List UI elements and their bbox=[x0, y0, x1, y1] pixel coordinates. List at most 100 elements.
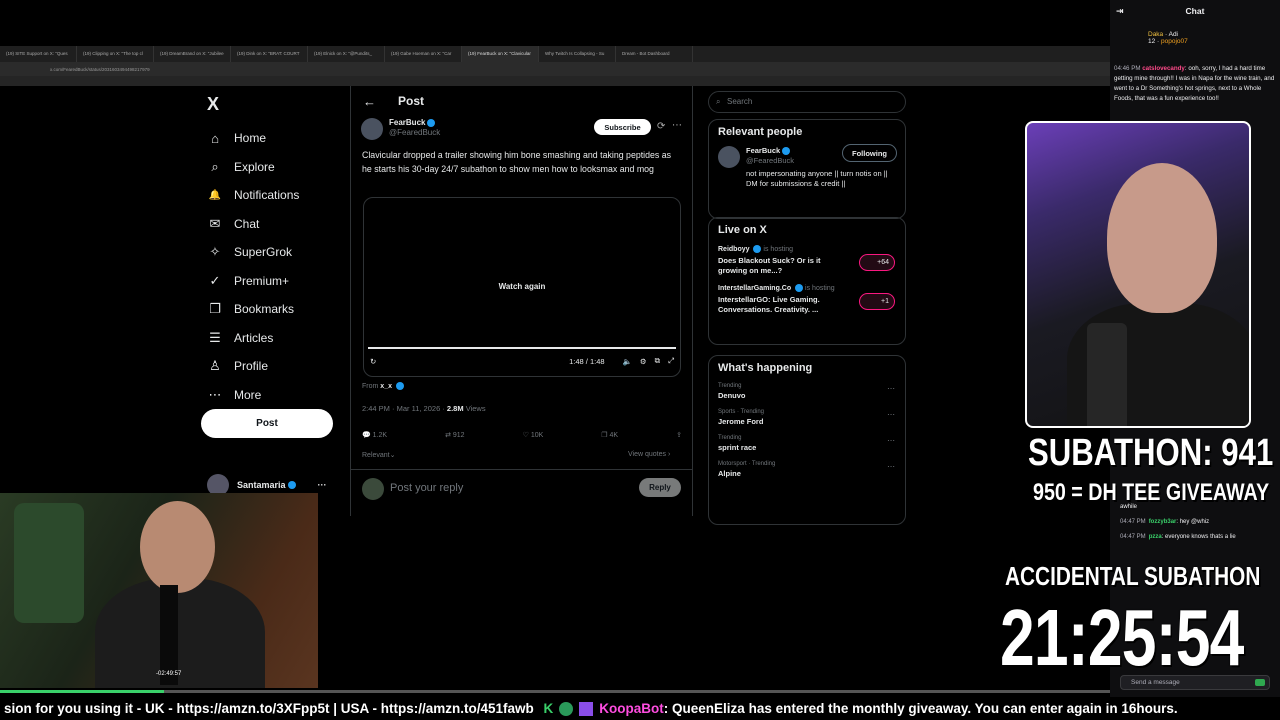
message-user[interactable]: fozzyb3ar bbox=[1149, 519, 1177, 525]
reply-action[interactable]: 💬 1.2K bbox=[362, 431, 387, 439]
live-host-suffix: is hosting bbox=[763, 245, 793, 253]
browser-tab[interactable]: (19) Clipping on X: "The top cl bbox=[77, 46, 154, 62]
gifter-name[interactable]: Adi bbox=[1169, 31, 1178, 38]
x-nav: ⌂ Home ⌕ Explore 🔔 Notifications ✉ Chat ✧ Sup… bbox=[207, 124, 300, 410]
more-icon[interactable]: ⋯ bbox=[887, 436, 895, 445]
like-action[interactable]: ♡ 10K bbox=[523, 431, 544, 439]
trend-item[interactable]: Trending sprint race ⋯ bbox=[709, 432, 905, 458]
nav-more[interactable]: ⋯ More bbox=[207, 381, 299, 410]
trend-category: Trending bbox=[718, 435, 742, 441]
live-host: Reidboyy bbox=[718, 245, 750, 253]
more-icon[interactable]: ⋯ bbox=[672, 120, 682, 131]
settings-icon[interactable]: ⚙ bbox=[640, 357, 647, 366]
nav-premium[interactable]: ✓ Premium+ bbox=[207, 267, 299, 296]
person-name[interactable]: FearBuck bbox=[746, 146, 780, 155]
trend-item[interactable]: Sports · Trending Jerome Ford ⋯ bbox=[709, 406, 905, 432]
post-button[interactable]: Post bbox=[201, 409, 333, 438]
fullscreen-icon[interactable]: ⤢ bbox=[668, 356, 674, 366]
nav-chat[interactable]: ✉ Chat bbox=[207, 210, 299, 239]
more-icon[interactable]: ··· bbox=[318, 480, 327, 490]
message-user[interactable]: pzza bbox=[1149, 534, 1162, 540]
reply-button[interactable]: Reply bbox=[639, 478, 681, 497]
post-author[interactable]: FearBuck @FearedBuck bbox=[361, 118, 440, 140]
timestamp[interactable]: 2:44 PM · Mar 11, 2026 · bbox=[362, 404, 445, 413]
message-user[interactable]: catslovecandy bbox=[1142, 65, 1185, 72]
nav-label: Articles bbox=[234, 330, 274, 345]
nav-label: SuperGrok bbox=[234, 245, 293, 260]
decor bbox=[14, 503, 84, 623]
nav-home[interactable]: ⌂ Home bbox=[207, 124, 299, 153]
bot-name: KoopaBot bbox=[599, 701, 664, 716]
post-meta: 2:44 PM · Mar 11, 2026 · 2.8M Views bbox=[362, 404, 486, 413]
more-icon[interactable]: ⋯ bbox=[887, 410, 895, 419]
address-bar[interactable]: x.com/FearedBuck/status/2031603494498217… bbox=[0, 62, 1110, 76]
video-progress[interactable] bbox=[368, 347, 676, 349]
following-button[interactable]: Following bbox=[842, 144, 897, 162]
collapse-icon[interactable]: ⇥ bbox=[1116, 6, 1124, 17]
more-circle-icon: ⋯ bbox=[208, 386, 222, 402]
author-name[interactable]: FearBuck bbox=[389, 118, 425, 127]
video-time: 1:48 / 1:48 bbox=[569, 356, 605, 366]
sort-relevant[interactable]: Relevant⌄ bbox=[362, 451, 396, 459]
post-header: ← Post bbox=[351, 86, 692, 116]
browser-tab[interactable]: Why Twitch Is Collapsing - Su bbox=[539, 46, 616, 62]
replay-icon[interactable]: ↻ bbox=[370, 357, 376, 366]
nav-label: Premium+ bbox=[234, 273, 290, 288]
source-name[interactable]: x_x bbox=[380, 383, 392, 390]
x-logo[interactable]: X bbox=[207, 94, 219, 115]
home-icon: ⌂ bbox=[211, 130, 219, 146]
browser-tab[interactable]: (19) Gabe Hoeman on X: "Car bbox=[385, 46, 462, 62]
live-item[interactable]: Reidboyy is hosting Does Blackout Suck? … bbox=[709, 242, 905, 281]
watch-again-button[interactable]: Watch again bbox=[364, 282, 680, 291]
browser-tab[interactable]: (19) DreamBrand on X: "Jubilee bbox=[154, 46, 231, 62]
nav-label: Explore bbox=[234, 159, 275, 174]
nav-articles[interactable]: ☰ Articles bbox=[207, 324, 299, 353]
more-icon[interactable]: ⋯ bbox=[887, 462, 895, 471]
more-icon[interactable]: ⋯ bbox=[887, 384, 895, 393]
gifter-name[interactable]: Daka bbox=[1148, 31, 1163, 38]
back-arrow-icon[interactable]: ← bbox=[363, 94, 376, 109]
reply-input[interactable]: Post your reply bbox=[390, 482, 463, 494]
search-input[interactable]: ⌕ Search bbox=[708, 91, 906, 113]
grok-icon[interactable]: ⟳ bbox=[657, 121, 665, 132]
emote-icon[interactable] bbox=[1255, 679, 1265, 686]
trend-item[interactable]: Trending Denuvo ⋯ bbox=[709, 380, 905, 406]
live-item[interactable]: InterstellarGaming.Co is hosting Interst… bbox=[709, 281, 905, 320]
trend-item[interactable]: Motorsport · Trending Alpine ⋯ bbox=[709, 458, 905, 484]
message-text: everyone knows thats a lie bbox=[1165, 534, 1236, 540]
nav-bookmarks[interactable]: ❐ Bookmarks bbox=[207, 295, 299, 324]
account-name: Santamaria bbox=[237, 480, 286, 490]
video-player[interactable]: Watch again ↻ 1:48 / 1:48 🔈 ⚙ ⧉ ⤢ bbox=[363, 197, 681, 377]
author-handle[interactable]: @FearedBuck bbox=[389, 128, 440, 137]
bookmark-action[interactable]: ❐ 4K bbox=[601, 431, 618, 439]
video-source: From x_x bbox=[362, 382, 404, 390]
repost-action[interactable]: ⇄ 912 bbox=[445, 431, 465, 439]
browser-tab[interactable]: (19) Dink on X: "BRAT: COURT bbox=[231, 46, 308, 62]
nav-explore[interactable]: ⌕ Explore bbox=[207, 153, 299, 182]
nav-label: Bookmarks bbox=[234, 302, 295, 317]
avatar[interactable] bbox=[361, 118, 383, 140]
bookmark-count: 4K bbox=[609, 432, 619, 439]
pip-icon[interactable]: ⧉ bbox=[655, 356, 660, 366]
subscribe-button[interactable]: Subscribe bbox=[594, 119, 651, 135]
trend-title: sprint race bbox=[718, 443, 757, 452]
browser-tab[interactable]: Dream - Bot Dashboard bbox=[616, 46, 693, 62]
gifter-name[interactable]: popojo07 bbox=[1161, 38, 1188, 45]
nav-supergrok[interactable]: ✧ SuperGrok bbox=[207, 238, 299, 267]
webcam-left bbox=[0, 493, 318, 688]
stream-progress-bar bbox=[0, 690, 1110, 693]
view-quotes-link[interactable]: View quotes › bbox=[628, 451, 670, 458]
url-text[interactable]: x.com/FearedBuck/status/2031603494498217… bbox=[50, 67, 150, 72]
nav-profile[interactable]: ♙ Profile bbox=[207, 352, 299, 381]
message-time: 04:47 PM bbox=[1120, 534, 1146, 540]
x-page: X ⌂ Home ⌕ Explore 🔔 Notifications ✉ Chat ✧ S… bbox=[0, 86, 1110, 525]
trend-title: Alpine bbox=[718, 469, 741, 478]
browser-tab[interactable]: (19) Elnick on X: "@Pundits_ bbox=[308, 46, 385, 62]
share-icon[interactable]: ⇪ bbox=[676, 431, 682, 439]
avatar[interactable] bbox=[718, 146, 740, 168]
bookmarks-bar bbox=[0, 76, 1110, 86]
nav-notifications[interactable]: 🔔 Notifications bbox=[207, 181, 300, 210]
browser-tab[interactable]: (19) SITE Support on X: "Ques bbox=[0, 46, 77, 62]
volume-icon[interactable]: 🔈 bbox=[623, 357, 632, 366]
browser-tab-active[interactable]: (19) FearBuck on X: "Clavicular bbox=[462, 46, 539, 62]
